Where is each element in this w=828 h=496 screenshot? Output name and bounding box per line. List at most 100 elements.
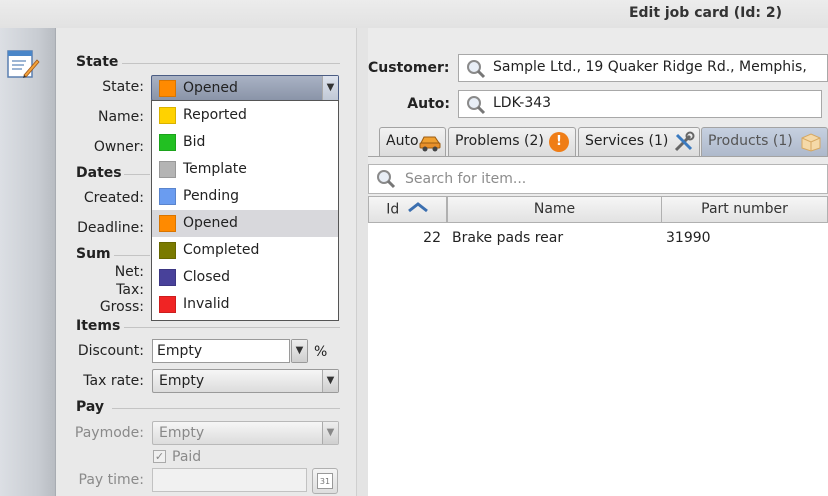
cell-id: 22 [423,230,441,246]
state-color-swatch [159,188,176,205]
column-header-id-label: Id [386,201,400,218]
paid-checkbox[interactable]: ✓ [153,450,166,463]
state-color-swatch [159,296,176,313]
state-option-opened[interactable]: Opened [152,210,338,237]
chevron-down-icon[interactable]: ▼ [322,370,338,392]
chevron-down-icon[interactable]: ▼ [322,422,338,444]
column-header-id[interactable]: Id [368,196,447,223]
sort-ascending-icon [407,197,429,222]
state-color-swatch [159,161,176,178]
state-label: State: [102,79,144,95]
section-divider [124,327,340,328]
tab-problems-label: Problems (2) [455,133,544,149]
box-icon [800,132,822,156]
chevron-down-icon[interactable]: ▼ [322,76,338,100]
tab-services[interactable]: Services (1) [578,127,700,156]
section-state: State [76,54,119,70]
state-color-swatch [159,269,176,286]
column-header-part-number[interactable]: Part number [661,196,828,223]
auto-search-field[interactable]: LDK-343 [458,90,822,118]
state-option-label: Closed [183,269,231,285]
discount-label: Discount: [77,343,144,359]
paid-label: Paid [172,449,202,465]
tax-rate-combo[interactable]: Empty ▼ [152,369,339,393]
search-icon [465,59,487,83]
state-option-label: Pending [183,188,239,204]
auto-label: Auto: [407,96,450,112]
state-color-swatch [159,80,176,97]
paymode-label: Paymode: [74,425,144,441]
section-dates: Dates [76,165,122,181]
name-label: Name: [97,109,144,125]
section-pay: Pay [76,399,105,415]
tab-auto[interactable]: Auto [379,127,446,156]
state-color-swatch [159,134,176,151]
state-option-label: Opened [183,215,238,231]
tax-rate-label: Tax rate: [83,373,144,389]
section-items: Items [76,318,121,334]
state-color-swatch [159,107,176,124]
state-option-reported[interactable]: Reported [152,102,338,129]
state-option-label: Reported [183,107,247,123]
table-row[interactable]: 22 Brake pads rear 31990 [368,224,828,252]
tax-rate-value: Empty [159,373,205,389]
state-dropdown-list[interactable]: Reported Bid Template Pending Opened Complete… [151,100,339,321]
window-title: Edit job card (Id: 2) [628,5,782,21]
paymode-value: Empty [159,425,205,441]
tab-services-label: Services (1) [585,133,669,149]
item-search-placeholder: Search for item... [405,171,527,187]
customer-search-field[interactable]: Sample Ltd., 19 Quaker Ridge Rd., Memphi… [458,54,828,82]
discount-input[interactable]: Empty [152,339,290,363]
edit-notes-icon[interactable] [6,48,40,84]
tab-products-label: Products (1) [708,133,793,149]
discount-dropdown-button[interactable]: ▼ [291,339,308,363]
section-sum: Sum [76,246,111,262]
calendar-button[interactable]: 31 [312,468,338,494]
discount-unit: % [314,344,328,360]
state-option-closed[interactable]: Closed [152,264,338,291]
section-divider [124,174,150,175]
state-option-invalid[interactable]: Invalid [152,291,338,318]
left-toolbar [0,28,56,496]
state-option-label: Invalid [183,296,230,312]
calendar-icon: 31 [317,473,333,489]
state-combo-value: Opened [183,80,238,96]
auto-value: LDK-343 [493,95,552,111]
column-header-name[interactable]: Name [447,196,662,223]
section-divider [114,255,150,256]
chevron-down-icon[interactable]: ▼ [292,340,307,362]
car-icon [418,132,442,156]
tab-auto-label: Auto [386,133,419,149]
cell-part-number: 31990 [666,230,711,246]
state-option-pending[interactable]: Pending [152,183,338,210]
customer-value: Sample Ltd., 19 Quaker Ridge Rd., Memphi… [493,59,807,75]
pay-time-label: Pay time: [78,472,144,488]
tax-label: Tax: [116,282,144,298]
cell-name: Brake pads rear [452,230,564,246]
section-divider [122,63,340,64]
search-icon [375,169,397,193]
customer-label: Customer: [368,60,450,76]
products-table: Id Name Part number 22 Brake pads rear 3… [368,196,828,496]
tools-icon [673,131,695,157]
state-option-label: Bid [183,134,206,150]
state-option-template[interactable]: Template [152,156,338,183]
pay-time-input[interactable] [152,468,307,492]
deadline-label: Deadline: [77,220,144,236]
state-option-bid[interactable]: Bid [152,129,338,156]
paymode-combo[interactable]: Empty ▼ [152,421,339,445]
state-color-swatch [159,242,176,259]
section-divider [112,408,340,409]
discount-value: Empty [157,343,203,359]
state-combo[interactable]: Opened ▼ [151,75,339,101]
tab-strip-border [368,156,828,157]
tab-products[interactable]: Products (1) [701,127,828,156]
warning-icon: ! [549,132,569,152]
tab-problems[interactable]: Problems (2) ! [448,127,576,156]
owner-label: Owner: [93,139,144,155]
state-option-completed[interactable]: Completed [152,237,338,264]
net-label: Net: [114,264,144,280]
item-search-field[interactable]: Search for item... [368,164,828,194]
created-label: Created: [83,190,144,206]
panel-splitter[interactable] [356,28,368,496]
